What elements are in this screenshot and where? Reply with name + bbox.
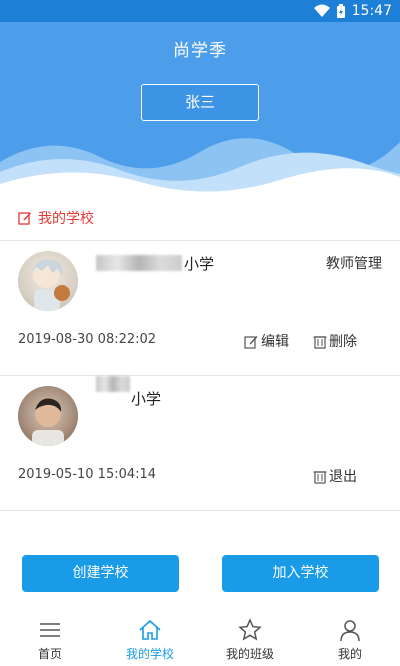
edit-icon [244,335,258,349]
delete-label: 删除 [329,334,357,350]
star-icon [238,618,262,641]
school-card[interactable]: 小学 2019-05-10 15:04:14 退出 [0,376,400,510]
status-time: 15:47 [351,3,392,19]
exit-button[interactable]: 退出 [313,466,357,486]
school-avatar [18,386,78,446]
tab-my-school-label: 我的学校 [125,647,174,661]
school-name-redacted [96,376,130,392]
status-icons: 15:47 [313,3,392,19]
wave-decoration [0,138,400,197]
battery-icon [336,3,345,18]
tab-my-class-label: 我的班级 [225,647,274,661]
create-school-button[interactable]: 创建学校 [22,555,179,592]
join-school-button[interactable]: 加入学校 [222,555,379,592]
school-name: 小学 [184,255,215,273]
school-role: 教师管理 [326,256,382,272]
tab-my-school[interactable]: 我的学校 [100,612,200,666]
created-time: 2019-08-30 08:22:02 [18,332,157,347]
home-icon [139,619,161,640]
created-time: 2019-05-10 15:04:14 [18,467,157,482]
school-card[interactable]: 小学 教师管理 2019-08-30 08:22:02 编辑 删除 [0,241,400,375]
user-icon [340,620,360,642]
menu-icon [40,623,60,637]
edit-button[interactable]: 编辑 [244,331,289,351]
bottom-tab-bar: 首页 我的学校 我的班级 我的 [0,612,400,666]
tab-home-label: 首页 [37,647,62,661]
section-title: 我的学校 [18,208,94,228]
wifi-icon [313,4,330,17]
delete-button[interactable]: 删除 [313,331,357,351]
app-title: 尚学季 [173,41,227,61]
tab-me[interactable]: 我的 [300,612,400,666]
tab-my-class[interactable]: 我的班级 [200,612,300,666]
tab-me-label: 我的 [337,647,362,661]
school-name: 小学 [131,390,162,408]
edit-label: 编辑 [261,334,289,350]
tab-home[interactable]: 首页 [0,612,100,666]
status-bar: 15:47 [0,0,400,22]
school-name-redacted [96,255,182,271]
profile-header: 尚学季 张三 [0,22,400,197]
trash-icon [313,335,327,349]
school-avatar [18,251,78,311]
divider [0,510,400,511]
section-title-label: 我的学校 [38,211,94,227]
edit-square-icon [18,212,31,225]
exit-label: 退出 [329,469,357,485]
user-name-button[interactable]: 张三 [141,84,259,121]
trash-icon [313,470,327,484]
